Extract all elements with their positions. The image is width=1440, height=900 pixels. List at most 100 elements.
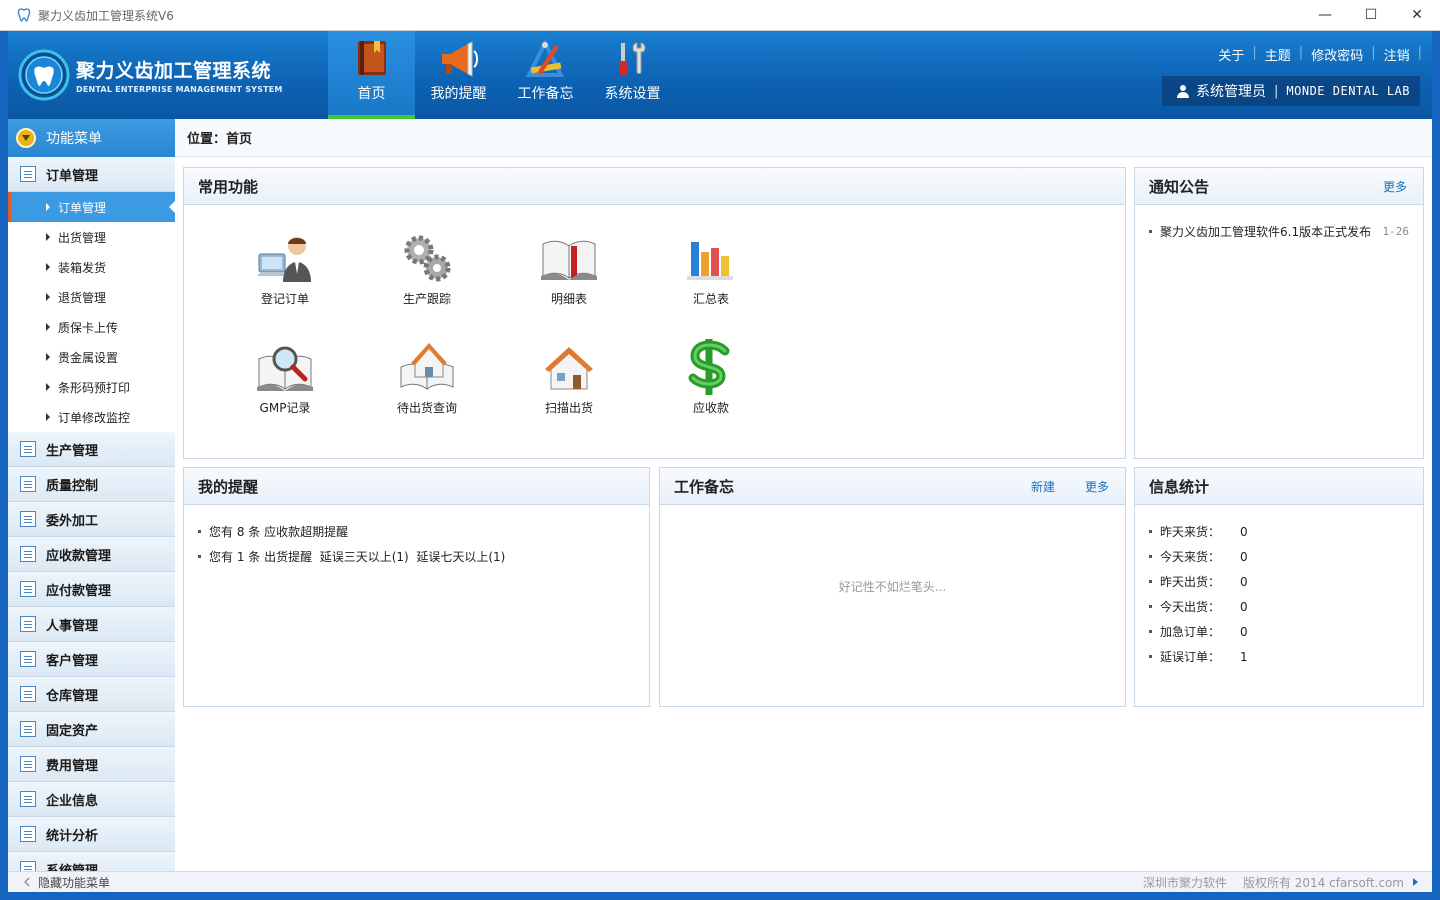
list-icon xyxy=(20,476,36,492)
brand: 聚力义齿加工管理系统 DENTAL ENTERPRISE MANAGEMENT … xyxy=(18,49,283,101)
brand-name-en: DENTAL ENTERPRISE MANAGEMENT SYSTEM xyxy=(76,85,283,94)
dollar-icon xyxy=(688,339,730,395)
nav-reminders[interactable]: 我的提醒 xyxy=(415,31,502,119)
func-summary-report[interactable]: 汇总表 xyxy=(640,228,782,307)
list-icon xyxy=(20,546,36,562)
func-production-tracking[interactable]: 生产跟踪 xyxy=(356,228,498,307)
sidebar-subitem[interactable]: 退货管理 xyxy=(8,282,175,312)
memo-empty-text: 好记性不如烂笔头... xyxy=(838,580,947,594)
reminder-item[interactable]: 您有 8 条 应收款超期提醒 xyxy=(198,519,635,544)
stat-item: 今天出货： 0 xyxy=(1149,594,1409,619)
theme-link[interactable]: 主题 xyxy=(1257,45,1299,64)
stat-label: 昨天来货： xyxy=(1160,525,1221,539)
nav-settings[interactable]: 系统设置 xyxy=(589,31,676,119)
sidebar-group[interactable]: 系统管理 xyxy=(8,852,175,871)
about-link[interactable]: 关于 xyxy=(1210,45,1252,64)
sidebar-group[interactable]: 固定资产 xyxy=(8,712,175,747)
sidebar-group[interactable]: 企业信息 xyxy=(8,782,175,817)
func-label: 登记订单 xyxy=(260,292,309,306)
sidebar-group[interactable]: 费用管理 xyxy=(8,747,175,782)
func-register-order[interactable]: 登记订单 xyxy=(214,228,356,307)
sidebar-group-orders[interactable]: 订单管理 xyxy=(8,157,175,192)
sidebar-group[interactable]: 统计分析 xyxy=(8,817,175,852)
subitem-label: 订单管理 xyxy=(58,200,107,215)
stat-item: 延误订单： 1 xyxy=(1149,644,1409,669)
caret-right-icon xyxy=(46,413,50,421)
minimize-button[interactable]: — xyxy=(1302,0,1348,31)
panel-title: 信息统计 xyxy=(1149,477,1210,496)
sidebar-subitem[interactable]: 装箱发货 xyxy=(8,252,175,282)
group-label: 仓库管理 xyxy=(46,688,99,704)
sidebar-title: 功能菜单 xyxy=(46,131,102,147)
sidebar-group[interactable]: 委外加工 xyxy=(8,502,175,537)
notice-more-link[interactable]: 更多 xyxy=(1383,178,1407,195)
group-label: 系统管理 xyxy=(46,863,99,872)
caret-right-icon xyxy=(46,353,50,361)
sidebar-subitem[interactable]: 订单修改监控 xyxy=(8,402,175,432)
subitem-label: 贵金属设置 xyxy=(58,350,119,365)
sidebar-subitem[interactable]: 贵金属设置 xyxy=(8,342,175,372)
company-text: 深圳市聚力软件 xyxy=(1142,875,1227,890)
func-label: 生产跟踪 xyxy=(402,292,451,306)
sidebar-group[interactable]: 生产管理 xyxy=(8,432,175,467)
open-book-icon xyxy=(541,240,597,280)
collapse-icon xyxy=(16,128,36,148)
sidebar-group[interactable]: 客户管理 xyxy=(8,642,175,677)
caret-right-icon xyxy=(46,233,50,241)
change-password-link[interactable]: 修改密码 xyxy=(1303,45,1371,64)
func-pending-shipment[interactable]: 待出货查询 xyxy=(356,337,498,416)
func-receivables[interactable]: 应收款 xyxy=(640,337,782,416)
book-icon xyxy=(357,41,386,75)
list-icon xyxy=(20,166,36,182)
bottom-strip xyxy=(0,892,1440,900)
notice-panel: 通知公告 更多 聚力义齿加工管理软件6.1版本正式发布 1-26 xyxy=(1134,167,1424,459)
sidebar-subitem[interactable]: 订单管理 xyxy=(8,192,175,222)
panel-title: 通知公告 xyxy=(1149,177,1210,196)
house-icon xyxy=(545,347,593,390)
user-name: 系统管理员 xyxy=(1196,84,1267,100)
list-icon xyxy=(20,686,36,702)
stat-label: 昨天出货： xyxy=(1160,575,1221,589)
sidebar-group[interactable]: 仓库管理 xyxy=(8,677,175,712)
nav-memo[interactable]: 工作备忘 xyxy=(502,31,589,119)
reminder-item[interactable]: 您有 1 条 出货提醒 延误三天以上(1) 延误七天以上(1) xyxy=(198,544,635,569)
hide-menu-button[interactable]: 隐藏功能菜单 xyxy=(8,874,110,891)
maximize-button[interactable]: ☐ xyxy=(1348,0,1394,31)
logo-icon xyxy=(18,49,70,101)
func-label: GMP记录 xyxy=(259,401,311,415)
common-functions-panel: 常用功能 登记订单 生产跟踪 明细表 汇总表 GMP记录 待出货查询 扫描出货 … xyxy=(183,167,1126,459)
chevron-right-icon[interactable] xyxy=(1412,877,1420,887)
stat-value: 1 xyxy=(1240,649,1248,664)
stats-panel: 信息统计 昨天来货： 0 今天来货： 0 昨天出货： 0 今天出货： 0 加急订单： 0 延误订单：… xyxy=(1134,467,1424,707)
sidebar-group[interactable]: 应收款管理 xyxy=(8,537,175,572)
sidebar-group[interactable]: 应付款管理 xyxy=(8,572,175,607)
list-icon xyxy=(20,756,36,772)
sidebar-group[interactable]: 质量控制 xyxy=(8,467,175,502)
func-gmp-record[interactable]: GMP记录 xyxy=(214,337,356,416)
logout-link[interactable]: 注销 xyxy=(1376,45,1418,64)
caret-right-icon xyxy=(46,203,50,211)
notice-item[interactable]: 聚力义齿加工管理软件6.1版本正式发布 1-26 xyxy=(1149,219,1409,244)
memo-new-link[interactable]: 新建 xyxy=(1031,478,1055,495)
company-name: MONDE DENTAL LAB xyxy=(1286,84,1410,98)
sidebar-subitem[interactable]: 出货管理 xyxy=(8,222,175,252)
sidebar-subitem[interactable]: 质保卡上传 xyxy=(8,312,175,342)
memo-more-link[interactable]: 更多 xyxy=(1085,478,1109,495)
close-button[interactable]: ✕ xyxy=(1394,0,1440,31)
hide-menu-label: 隐藏功能菜单 xyxy=(38,875,111,890)
subitem-label: 装箱发货 xyxy=(58,260,107,275)
sidebar-subitem[interactable]: 条形码预打印 xyxy=(8,372,175,402)
stat-item: 今天来货： 0 xyxy=(1149,544,1409,569)
nav-home[interactable]: 首页 xyxy=(328,31,415,119)
group-label: 应付款管理 xyxy=(46,583,112,599)
func-detail-report[interactable]: 明细表 xyxy=(498,228,640,307)
sidebar-header[interactable]: 功能菜单 xyxy=(8,119,175,157)
user-icon xyxy=(1177,85,1190,98)
func-scan-shipment[interactable]: 扫描出货 xyxy=(498,337,640,416)
nav-label: 工作备忘 xyxy=(517,86,574,102)
tooth-icon xyxy=(17,8,31,22)
group-label: 人事管理 xyxy=(46,618,99,634)
sidebar-group[interactable]: 人事管理 xyxy=(8,607,175,642)
subitem-label: 质保卡上传 xyxy=(58,320,119,335)
group-label: 订单管理 xyxy=(46,168,99,184)
